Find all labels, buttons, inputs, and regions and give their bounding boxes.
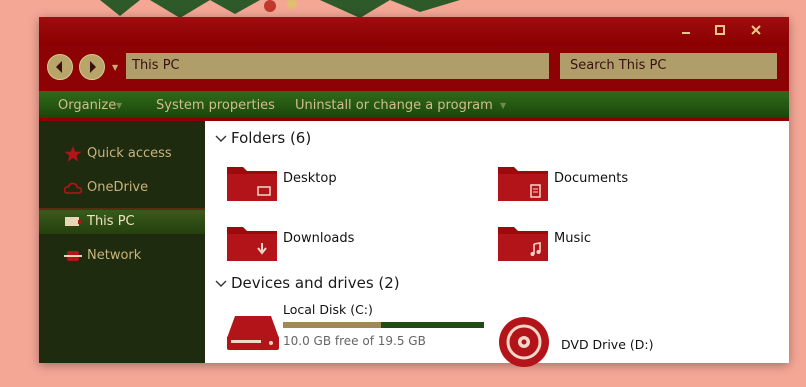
drive-usage-fill bbox=[283, 322, 382, 328]
content-pane: Folders (6) Desktop Documents Downloads … bbox=[205, 121, 789, 367]
star-icon bbox=[64, 146, 82, 162]
sidebar-item-network[interactable]: Network bbox=[39, 244, 205, 268]
drive-tile-dvd[interactable]: DVD Drive (D:) bbox=[498, 316, 758, 367]
title-bar bbox=[39, 17, 789, 45]
folder-tile-downloads[interactable]: Downloads bbox=[227, 223, 487, 267]
back-button[interactable] bbox=[47, 54, 73, 80]
ribbon-more-chevron-icon[interactable]: ▼ bbox=[500, 91, 506, 120]
maximize-button[interactable] bbox=[709, 21, 731, 39]
close-button[interactable] bbox=[745, 21, 767, 39]
explorer-window: ▼ This PC Search This PC Organize ▼ Syst… bbox=[39, 17, 789, 367]
folders-group-heading[interactable]: Folders (6) bbox=[231, 129, 311, 147]
drive-free-space: 10.0 GB free of 19.5 GB bbox=[283, 334, 426, 348]
folder-name: Documents bbox=[554, 171, 629, 186]
folder-tile-desktop[interactable]: Desktop bbox=[227, 163, 487, 207]
devices-group-heading[interactable]: Devices and drives (2) bbox=[231, 274, 400, 292]
drive-name: DVD Drive (D:) bbox=[561, 337, 654, 352]
folder-tile-music[interactable]: Music bbox=[498, 223, 758, 267]
folder-name: Downloads bbox=[283, 231, 355, 246]
sidebar-item-onedrive[interactable]: OneDrive bbox=[39, 176, 205, 200]
network-icon bbox=[64, 251, 82, 261]
computer-icon bbox=[65, 217, 81, 226]
drive-tile-local-disk[interactable]: Local Disk (C:) 10.0 GB free of 19.5 GB bbox=[227, 302, 492, 362]
organize-chevron-icon: ▼ bbox=[116, 101, 123, 110]
recent-locations-chevron-icon[interactable]: ▼ bbox=[112, 63, 118, 72]
arrow-left-icon bbox=[56, 61, 62, 73]
system-properties-button[interactable]: System properties bbox=[156, 91, 275, 120]
folder-name: Music bbox=[554, 231, 591, 246]
command-ribbon: Organize ▼ System properties Uninstall o… bbox=[39, 91, 789, 120]
cloud-icon bbox=[64, 182, 82, 194]
sidebar-item-label: This PC bbox=[87, 214, 135, 229]
downloads-folder-icon bbox=[227, 227, 277, 261]
arrow-right-icon bbox=[90, 61, 96, 73]
forward-button[interactable] bbox=[79, 54, 105, 80]
folder-tile-documents[interactable]: Documents bbox=[498, 163, 758, 207]
folder-name: Desktop bbox=[283, 171, 337, 186]
search-input[interactable]: Search This PC bbox=[560, 53, 777, 79]
drive-usage-bar bbox=[283, 322, 484, 328]
organize-button[interactable]: Organize bbox=[58, 91, 116, 120]
sidebar-item-label: Quick access bbox=[87, 146, 172, 161]
minimize-button[interactable] bbox=[675, 21, 697, 39]
hard-drive-icon bbox=[227, 316, 279, 350]
music-folder-icon bbox=[498, 227, 548, 261]
documents-folder-icon bbox=[498, 167, 548, 201]
dvd-drive-icon bbox=[499, 317, 549, 367]
sidebar-item-quick-access[interactable]: Quick access bbox=[39, 142, 205, 166]
drive-name: Local Disk (C:) bbox=[283, 302, 373, 317]
folders-collapse-chevron-icon[interactable] bbox=[215, 134, 227, 147]
address-input[interactable]: This PC bbox=[126, 53, 549, 79]
sidebar-item-label: OneDrive bbox=[87, 180, 149, 195]
desktop-folder-icon bbox=[227, 167, 277, 201]
uninstall-program-button[interactable]: Uninstall or change a program bbox=[295, 91, 493, 120]
sidebar-item-label: Network bbox=[87, 248, 142, 263]
devices-collapse-chevron-icon[interactable] bbox=[215, 279, 227, 292]
sidebar-item-this-pc[interactable]: This PC bbox=[39, 208, 205, 234]
navigation-pane: Quick access OneDrive This PC Network bbox=[39, 121, 205, 363]
